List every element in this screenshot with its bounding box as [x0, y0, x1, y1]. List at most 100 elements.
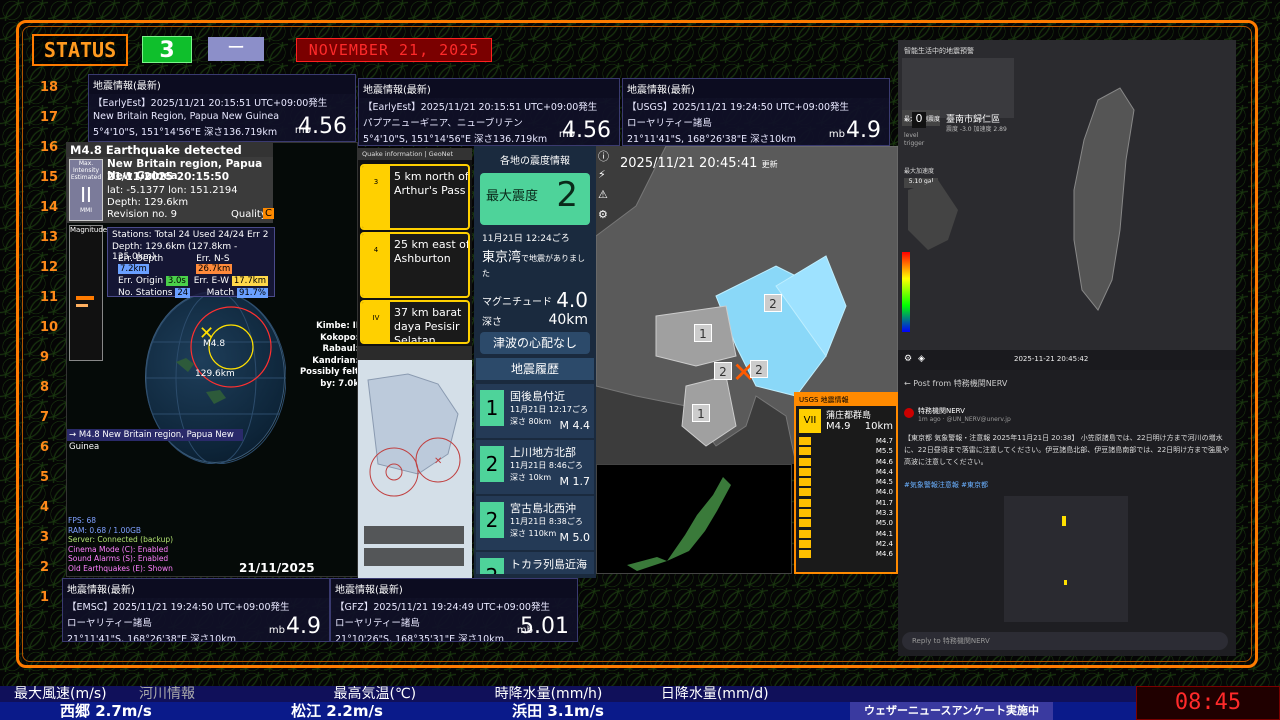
usgs-row[interactable]: M4.7 [796, 436, 896, 446]
usgs-row[interactable]: M4.4 [796, 467, 896, 477]
err-ew-value: 17.7km [231, 276, 268, 286]
card-magnitude: 4.9 [846, 118, 881, 143]
card-title: 地震情報(最新) [331, 579, 577, 598]
intensity-marker: 1 [692, 404, 710, 422]
usgs-row[interactable]: M4.6 [796, 457, 896, 467]
intensity-scale-label: MMI [79, 207, 93, 214]
tw-color-scale [902, 252, 910, 332]
history-item[interactable]: 2 トカラ列島近海 [476, 552, 594, 574]
usgs-row-mag: M4.1 [875, 529, 893, 538]
map-update-time: 2025/11/21 20:45:41 更新 [620, 156, 778, 171]
intensity-marker: 1 [694, 324, 712, 342]
usgs-row[interactable]: M2.4 [796, 539, 896, 549]
server-status: Server: Connected (backup) [68, 535, 174, 544]
err-origin-value: 3.0s [165, 276, 188, 286]
ticker-item: 松江 2.2m/s [291, 702, 383, 720]
datetime: 21/11/2025 20:15:50 [107, 171, 230, 183]
quake-intensity: 3 [362, 166, 390, 228]
history-name: 宮古島北西沖 [510, 502, 576, 515]
quake-card-bottom-left[interactable]: 地震情報(最新) 【EMSC】2025/11/21 19:24:50 UTC+0… [62, 578, 330, 642]
usgs-row[interactable]: M5.0 [796, 518, 896, 528]
quake-list-item[interactable]: 4 25 km east of Ashburton [360, 232, 470, 298]
quake-card-top-right[interactable]: 地震情報(最新) 【USGS】2025/11/21 19:24:50 UTC+0… [622, 78, 890, 146]
card-mb: mb [828, 129, 845, 140]
taiwan-map-graphic [908, 87, 1135, 311]
jp-depth-row: 深さ 40km [474, 312, 596, 328]
tw-layers-icon[interactable]: ◈ [918, 354, 925, 364]
history-time: 11月21日 12:17ごろ [510, 405, 588, 414]
back-arrow-icon[interactable]: ← [904, 379, 911, 388]
tw-gear-icon[interactable]: ⚙ [904, 354, 912, 364]
err-ew-label: Err. E-W [193, 276, 229, 286]
history-item[interactable]: 2 宮古島北西沖 11月21日 8:38ごろ 深さ 110km M 5.0 [476, 496, 594, 550]
quake-name: 5 km north of Arthur's Pass [394, 170, 469, 197]
usgs-mag: M4.9 [826, 421, 851, 432]
quake-list-header: Quake information | GeoNet [358, 148, 472, 160]
europe-map[interactable]: ✕ [358, 346, 472, 578]
usgs-row-intensity [799, 509, 811, 518]
card-magnitude: 4.56 [562, 118, 611, 143]
stations-total: Stations: Total 24 Used 24/24 Err 2 [112, 230, 269, 240]
max-intensity-value: 2 [556, 175, 578, 215]
quake-list-item[interactable]: 3 5 km north of Arthur's Pass [360, 164, 470, 230]
depth: Depth: 129.6km [107, 197, 189, 208]
usgs-row[interactable]: M1.7 [796, 498, 896, 508]
usgs-row[interactable]: M5.5 [796, 446, 896, 456]
nerv-warning-map[interactable] [1004, 496, 1128, 622]
usgs-row-intensity [799, 447, 811, 456]
err-depth-value: 7.2km [118, 264, 149, 274]
warning-icon[interactable]: ⚠ [598, 188, 614, 208]
clock: 08:45 [1136, 686, 1280, 720]
quake-card-top-left[interactable]: 地震情報(最新) 【EarlyEst】2025/11/21 20:15:51 U… [88, 74, 356, 142]
err-depth-label: Err. Depth [118, 254, 164, 264]
scale-number: 18 [40, 80, 59, 95]
warning-area [1064, 580, 1067, 585]
card-title: 地震情報(最新) [623, 79, 889, 98]
usgs-latest[interactable]: VII 蒲庄都群島 M4.9 10km [796, 406, 896, 436]
quake-list-item[interactable]: IV 37 km barat daya Pesisir Selatan [360, 300, 470, 344]
history-item[interactable]: 1 国後島付近 11月21日 12:17ごろ 深さ 80km M 4.4 [476, 384, 594, 438]
history-item[interactable]: 2 上川地方北部 11月21日 8:46ごろ 深さ 10km M 1.7 [476, 440, 594, 494]
card-title: 地震情報(最新) [89, 75, 355, 94]
map-side-toolbar: ⓘ ⚡ ⚠ ⚙ [598, 148, 614, 238]
ticker-item: 時降水量(mm/h) [494, 686, 603, 702]
card-magnitude: 4.56 [298, 114, 347, 139]
sound-alarms: Sound Alarms (S): Enabled [68, 554, 169, 563]
usgs-row[interactable]: M3.3 [796, 508, 896, 518]
nerv-tags[interactable]: #気象警報注意報 #東京都 [904, 480, 988, 490]
geonet-quake-list: Quake information | GeoNet 3 5 km north … [358, 148, 472, 348]
history-name: 上川地方北部 [510, 446, 576, 459]
ticker-item: 日降水量(mm/d) [660, 686, 769, 702]
wave-icon[interactable]: ⚡ [598, 168, 614, 188]
info-icon[interactable]: ⓘ [598, 148, 614, 168]
usgs-row[interactable]: M4.5 [796, 477, 896, 487]
event-link[interactable]: → M4.8 New Britain region, Papua New Gui… [67, 429, 243, 452]
jp-mag: 4.0 [556, 288, 588, 312]
usgs-row-mag: M4.6 [875, 457, 893, 466]
usgs-row[interactable]: M4.0 [796, 487, 896, 497]
usgs-row-intensity [799, 519, 811, 528]
gear-icon[interactable]: ⚙ [598, 208, 614, 228]
history-mag: M 4.4 [559, 419, 590, 432]
usgs-row-intensity [799, 498, 811, 507]
nied-japan-map[interactable] [596, 464, 792, 574]
status-label: STATUS [32, 34, 128, 66]
card-line1: 【USGS】2025/11/21 19:24:50 UTC+09:00発生 [627, 102, 850, 113]
history-mag: M 1.7 [559, 475, 590, 488]
nerv-text: 【東京都 気象警報・注意報 2025年11月21日 20:38】 小笠原諸島では… [904, 434, 1230, 466]
usgs-row[interactable]: M4.6 [796, 549, 896, 559]
quake-card-top-mid[interactable]: 地震情報(最新) 【EarlyEst】2025/11/21 20:15:51 U… [358, 78, 620, 146]
tw-timestamp: 2025-11-21 20:45:42 [1014, 355, 1089, 363]
intensity-value: II [80, 183, 92, 207]
magnitude-label: Magnitude [70, 226, 108, 234]
nerv-avatar[interactable] [904, 408, 914, 418]
latlon: lat: -5.1377 lon: 151.2194 [107, 185, 238, 196]
tsunami-status: 津波の心配なし [480, 332, 590, 354]
quake-card-bottom-mid[interactable]: 地震情報(最新) 【GFZ】2025/11/21 19:24:49 UTC+09… [330, 578, 578, 642]
history-time: 11月21日 8:46ごろ [510, 461, 583, 470]
usgs-row[interactable]: M4.1 [796, 529, 896, 539]
nerv-name: 特務機関NERV [918, 407, 965, 415]
reply-input[interactable]: Reply to 特務機関NERV [902, 632, 1228, 650]
jp-title: 各地の震度情報 [500, 156, 570, 167]
ticker-item: 最高気温(℃) [333, 686, 417, 702]
